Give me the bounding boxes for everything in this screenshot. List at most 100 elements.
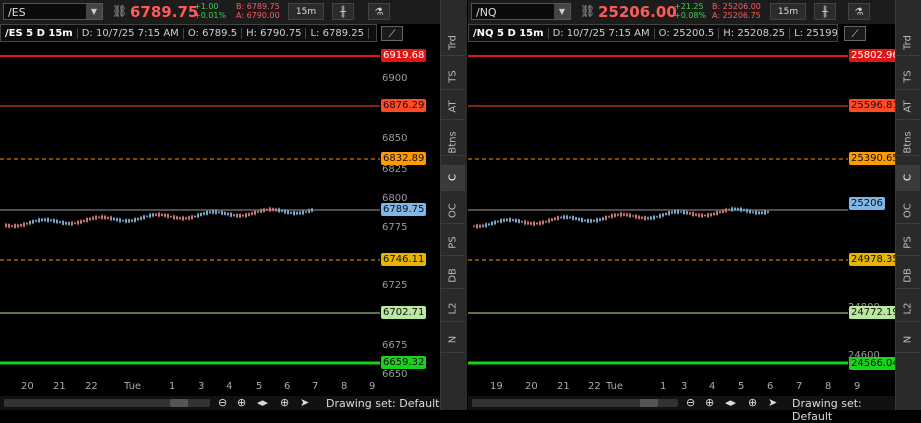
tab-label: DB bbox=[902, 268, 914, 283]
scrollbar-thumb[interactable] bbox=[640, 399, 658, 407]
tab-label: Btns bbox=[902, 131, 914, 154]
drawing-set-label[interactable]: Drawing set: Default bbox=[326, 397, 439, 410]
side-tab-db[interactable]: DB bbox=[441, 263, 465, 289]
side-tab-at[interactable]: AT bbox=[441, 94, 465, 120]
pan-arrows-icon[interactable]: ◂▸ bbox=[725, 396, 736, 409]
zoom-in-icon[interactable]: ⊕ bbox=[237, 396, 246, 409]
tab-label: Trd bbox=[447, 35, 459, 50]
side-tab-oc[interactable]: OC bbox=[441, 198, 465, 224]
time-axis-label: 8 bbox=[341, 381, 348, 392]
time-axis-label: 9 bbox=[854, 381, 861, 392]
scrollbar-thumb[interactable] bbox=[170, 399, 188, 407]
time-axis-label: 22 bbox=[85, 381, 98, 392]
time-axis-label: 7 bbox=[796, 381, 803, 392]
tab-label: L2 bbox=[902, 302, 914, 315]
time-axis-label: 8 bbox=[825, 381, 832, 392]
tab-label: TS bbox=[902, 70, 914, 83]
price-axis-label: 6825 bbox=[382, 164, 408, 175]
side-tab-oc[interactable]: OC bbox=[896, 198, 920, 224]
tab-label: Btns bbox=[447, 131, 459, 154]
level-tag: 6702.71 bbox=[381, 306, 427, 319]
tab-label: Trd bbox=[902, 35, 914, 50]
time-axis-label: 1 bbox=[169, 381, 176, 392]
side-tab-btns[interactable]: Btns bbox=[441, 130, 465, 156]
price-axis-label: 6775 bbox=[382, 222, 408, 233]
side-tab-c[interactable]: C bbox=[441, 165, 465, 191]
level-tag: 24978.35 bbox=[849, 253, 901, 266]
time-axis-label: Tue bbox=[124, 381, 142, 392]
time-axis-label: 22 bbox=[588, 381, 601, 392]
price-axis-label: 6900 bbox=[382, 73, 408, 84]
time-axis-label: 3 bbox=[198, 381, 205, 392]
side-tab-btns[interactable]: Btns bbox=[896, 130, 920, 156]
price-chart-es[interactable] bbox=[0, 0, 440, 396]
time-axis-label: 20 bbox=[21, 381, 34, 392]
tab-label: TS bbox=[447, 70, 459, 83]
side-tab-strip: Trd TS AT Btns C OC PS DB L2 N bbox=[440, 0, 467, 410]
level-tag: 6659.32 bbox=[381, 356, 427, 369]
time-axis-label: 1 bbox=[660, 381, 667, 392]
side-tab-ps[interactable]: PS bbox=[441, 230, 465, 256]
side-tab-ts[interactable]: TS bbox=[896, 64, 920, 90]
level-tag: 25802.96 bbox=[849, 49, 901, 62]
tab-label: AT bbox=[447, 100, 459, 113]
tab-label: N bbox=[447, 335, 459, 344]
side-tab-n[interactable]: N bbox=[896, 327, 920, 353]
side-tab-db[interactable]: DB bbox=[896, 263, 920, 289]
side-tab-ps[interactable]: PS bbox=[896, 230, 920, 256]
drawing-set-label[interactable]: Drawing set: Default bbox=[792, 397, 895, 423]
crosshair-icon[interactable]: ⊕ bbox=[748, 396, 757, 409]
tab-label: DB bbox=[447, 268, 459, 283]
tab-label: AT bbox=[902, 100, 914, 113]
side-tab-strip-right: Trd TS AT Btns C OC PS DB L2 N bbox=[895, 0, 921, 410]
time-axis-label: Tue bbox=[606, 381, 624, 392]
cursor-icon[interactable]: ➤ bbox=[768, 396, 777, 409]
crosshair-icon[interactable]: ⊕ bbox=[280, 396, 289, 409]
level-tag: 25390.65 bbox=[849, 152, 901, 165]
time-axis-label: 6 bbox=[767, 381, 774, 392]
chart-panel-es: /ES ▼ ⛓ 6789.75 +1.00 +0.01% B: 6789.75 … bbox=[0, 0, 440, 410]
time-axis-label: 7 bbox=[312, 381, 319, 392]
time-axis-label: 4 bbox=[226, 381, 233, 392]
time-axis-label: 9 bbox=[369, 381, 376, 392]
zoom-out-icon[interactable]: ⊖ bbox=[218, 396, 227, 409]
side-tab-l2[interactable]: L2 bbox=[896, 296, 920, 322]
side-tab-c[interactable]: C bbox=[896, 165, 920, 191]
chart-panel-nq: /NQ ▼ ⛓ 25206.00 +21.25 +0.08% B: 25206.… bbox=[468, 0, 901, 423]
tab-label: OC bbox=[447, 203, 459, 218]
zoom-out-icon[interactable]: ⊖ bbox=[686, 396, 695, 409]
price-axis-label: 6675 bbox=[382, 340, 408, 351]
time-axis-label: 5 bbox=[738, 381, 745, 392]
level-tag: 25596.81 bbox=[849, 99, 901, 112]
zoom-in-icon[interactable]: ⊕ bbox=[705, 396, 714, 409]
pan-arrows-icon[interactable]: ◂▸ bbox=[257, 396, 268, 409]
side-tab-n[interactable]: N bbox=[441, 327, 465, 353]
side-tab-l2[interactable]: L2 bbox=[441, 296, 465, 322]
last-price-tag: 6789.75 bbox=[381, 203, 427, 216]
price-chart-nq[interactable] bbox=[468, 0, 895, 396]
level-tag: 24566.04 bbox=[849, 357, 901, 370]
time-axis-label: 3 bbox=[681, 381, 688, 392]
time-axis-label: 21 bbox=[557, 381, 570, 392]
price-axis-label: 6650 bbox=[382, 369, 408, 380]
time-axis-label: 20 bbox=[525, 381, 538, 392]
level-tag: 24772.19 bbox=[849, 306, 901, 319]
side-tab-trd[interactable]: Trd bbox=[441, 30, 465, 56]
level-tag: 6876.29 bbox=[381, 99, 427, 112]
cursor-icon[interactable]: ➤ bbox=[300, 396, 309, 409]
tab-label: PS bbox=[902, 236, 914, 249]
tab-label: C bbox=[447, 174, 459, 181]
side-tab-at[interactable]: AT bbox=[896, 94, 920, 120]
side-tab-trd[interactable]: Trd bbox=[896, 30, 920, 56]
tab-label: OC bbox=[902, 203, 914, 218]
side-tab-ts[interactable]: TS bbox=[441, 64, 465, 90]
tab-label: L2 bbox=[447, 302, 459, 315]
time-axis-label: 19 bbox=[490, 381, 503, 392]
last-price-tag: 25206 bbox=[849, 197, 885, 210]
level-tag: 6832.89 bbox=[381, 152, 427, 165]
time-axis-label: 5 bbox=[256, 381, 263, 392]
price-axis-label: 6725 bbox=[382, 280, 408, 291]
tab-label: N bbox=[902, 335, 914, 344]
level-tag: 6919.68 bbox=[381, 49, 427, 62]
time-axis-label: 6 bbox=[284, 381, 291, 392]
